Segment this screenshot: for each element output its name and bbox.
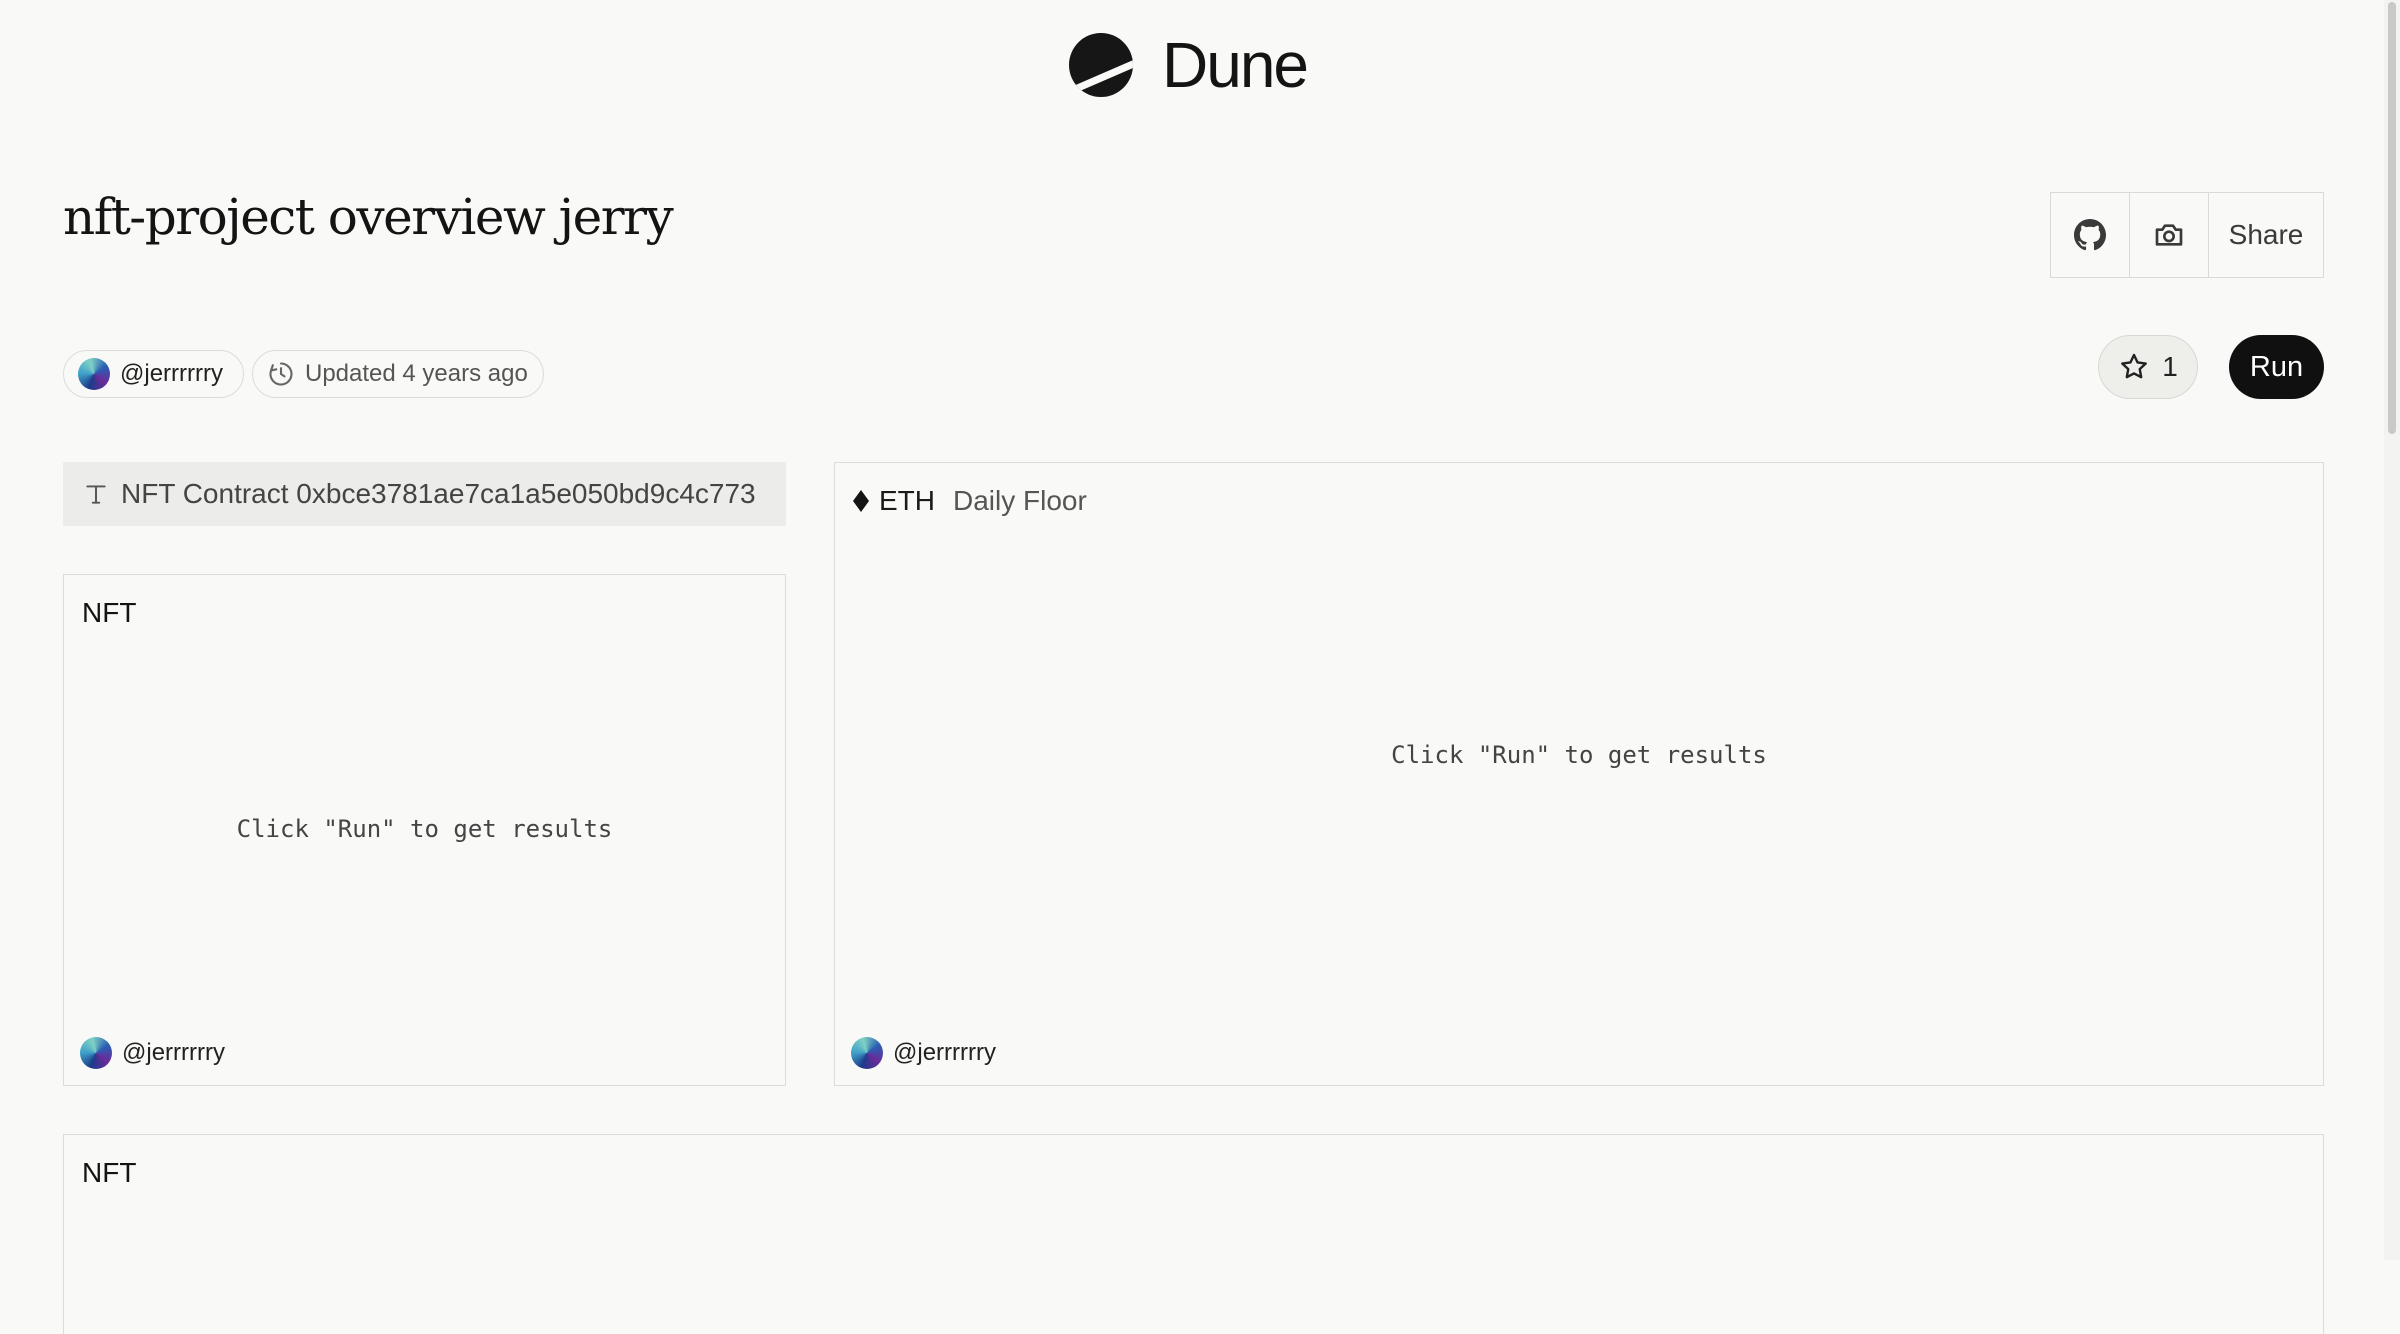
results-placeholder: Click "Run" to get results	[1391, 741, 1767, 769]
nft-card: NFT Click "Run" to get results @jerrrrrr…	[63, 574, 786, 1086]
avatar	[851, 1037, 883, 1069]
dune-logo[interactable]: Dune	[1068, 29, 1309, 101]
card-header: ETH Daily Floor	[853, 485, 1087, 517]
card-title: NFT	[82, 1157, 137, 1188]
updated-label: Updated 4 years ago	[305, 360, 528, 387]
clock-icon	[269, 362, 293, 386]
star-icon	[2121, 353, 2148, 379]
eth-daily-floor-card: ETH Daily Floor Click "Run" to get resul…	[834, 462, 2324, 1086]
github-icon	[2074, 219, 2106, 251]
card-title: NFT	[82, 597, 137, 628]
card-subtitle: Daily Floor	[953, 485, 1087, 516]
card-owner[interactable]: @jerrrrrry	[851, 1037, 996, 1069]
dashboard-actions: Share	[2050, 192, 2324, 278]
nft-card-2: NFT	[63, 1134, 2324, 1334]
scrollbar-thumb[interactable]	[2388, 2, 2396, 434]
camera-icon	[2155, 224, 2183, 246]
star-count: 1	[2162, 351, 2178, 382]
card-owner[interactable]: @jerrrrrry	[80, 1037, 225, 1069]
brand-name: Dune	[1162, 29, 1309, 101]
star-button[interactable]: 1	[2098, 335, 2198, 399]
text-widget-content: NFT Contract 0xbce3781ae7ca1a5e050bd9c4c…	[121, 478, 756, 509]
share-button[interactable]: Share	[2209, 193, 2323, 277]
dashboard-title: nft-project overview jerry	[63, 188, 674, 246]
owner-pill[interactable]: @jerrrrrry	[63, 350, 244, 398]
avatar	[78, 358, 110, 390]
dune-logo-icon	[1069, 33, 1133, 97]
updated-pill: Updated 4 years ago	[252, 350, 544, 398]
github-button[interactable]	[2051, 193, 2130, 277]
run-button[interactable]: Run	[2229, 335, 2324, 399]
text-icon	[86, 485, 106, 504]
eth-diamond-icon	[853, 490, 869, 512]
card-owner-name: @jerrrrrry	[893, 1039, 996, 1066]
owner-name: @jerrrrrry	[120, 360, 223, 387]
screenshot-button[interactable]	[2130, 193, 2209, 277]
card-owner-name: @jerrrrrry	[122, 1039, 225, 1066]
card-symbol: ETH	[879, 485, 935, 516]
text-widget: NFT Contract 0xbce3781ae7ca1a5e050bd9c4c…	[63, 462, 786, 526]
avatar	[80, 1037, 112, 1069]
results-placeholder: Click "Run" to get results	[236, 815, 613, 843]
